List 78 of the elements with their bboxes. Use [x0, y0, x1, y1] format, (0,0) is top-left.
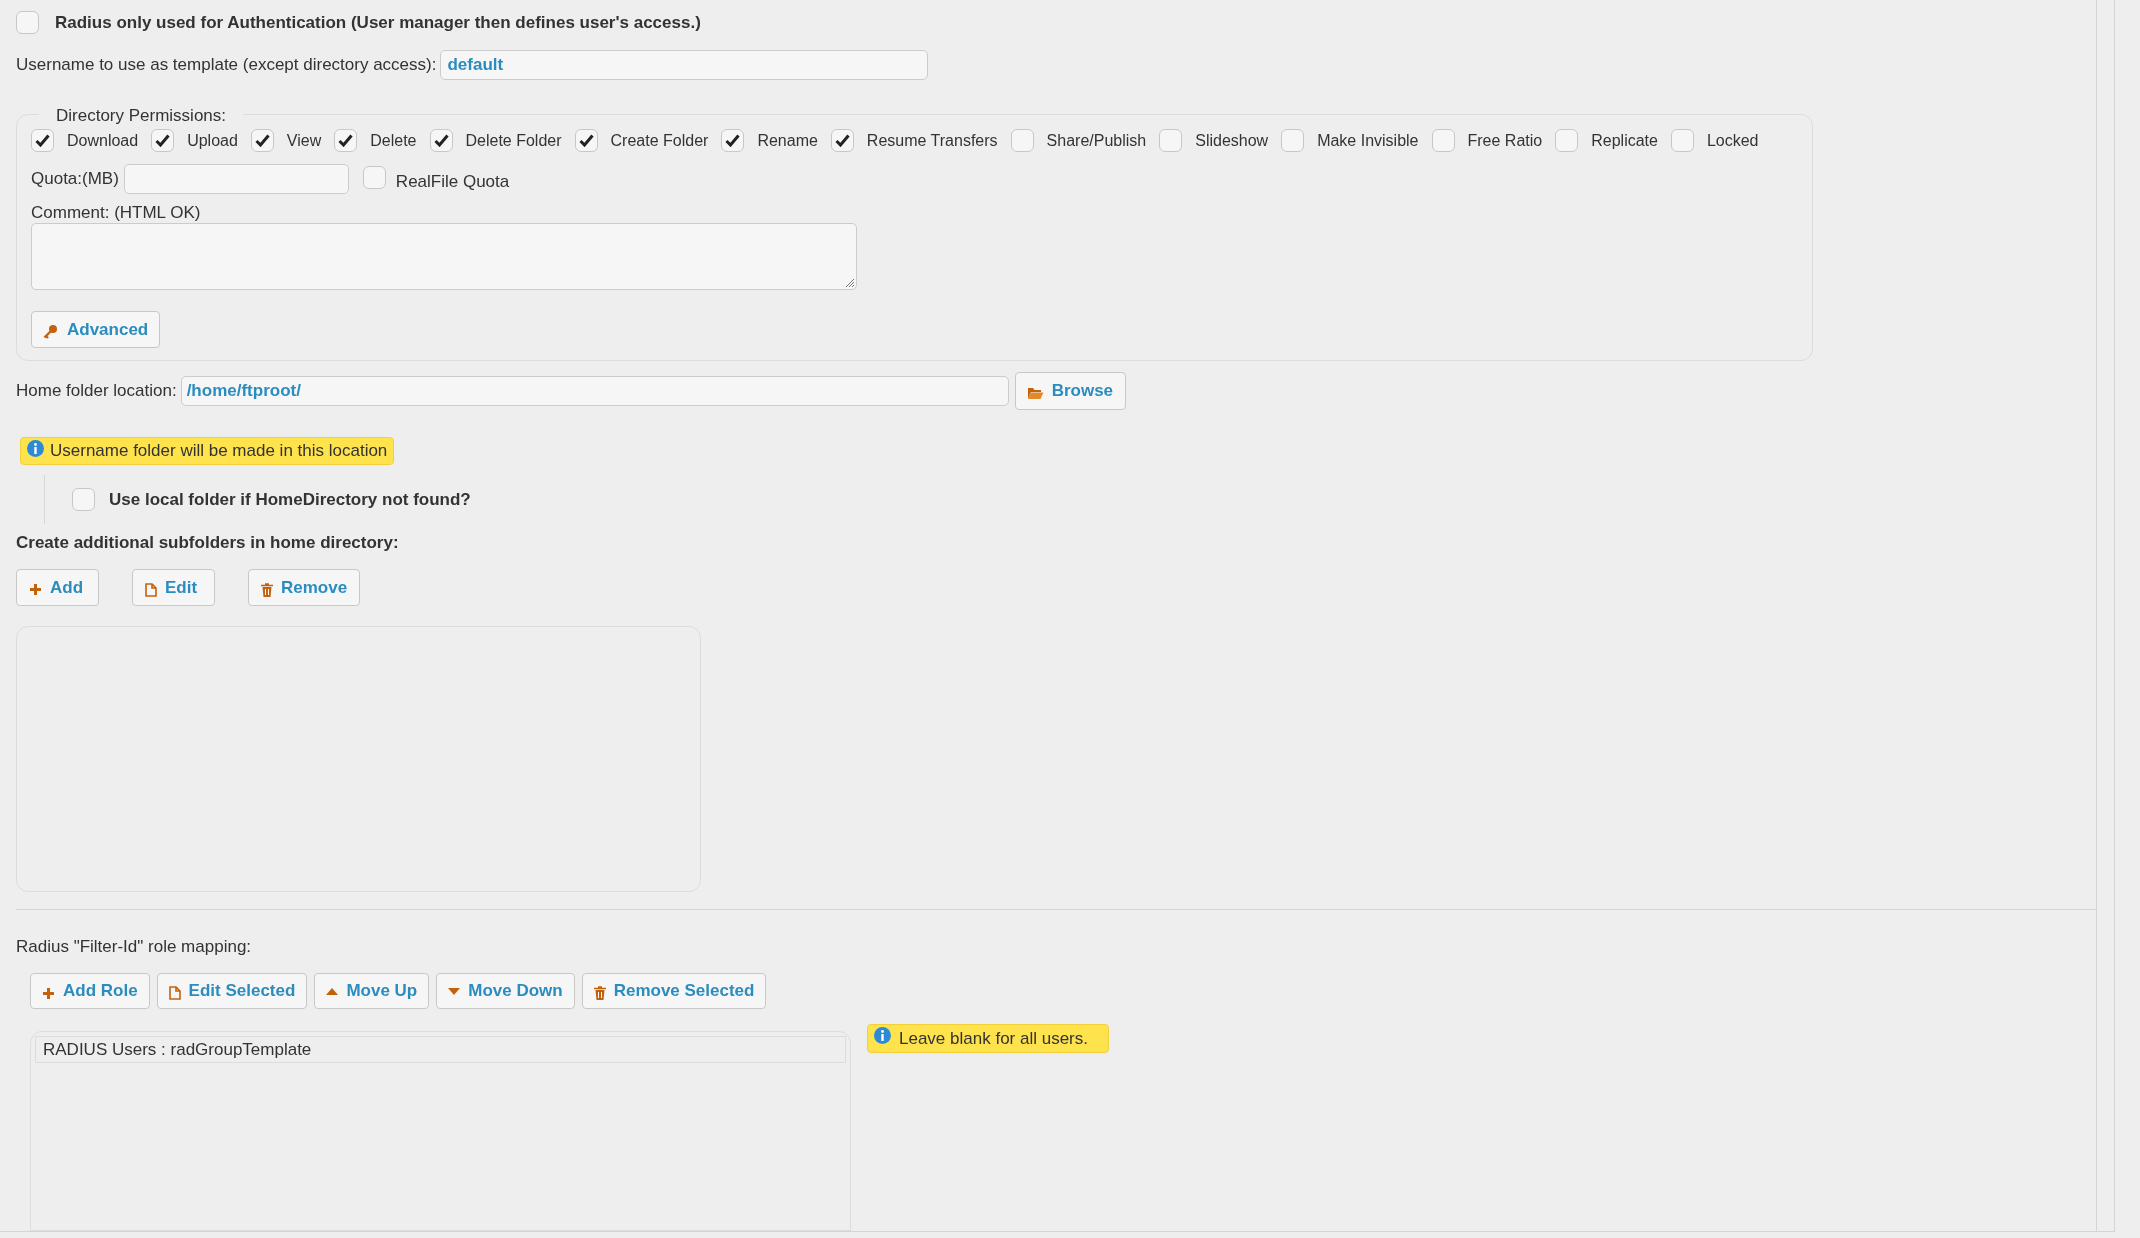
checkbox-label: Create Folder — [610, 130, 709, 151]
trash-icon — [261, 582, 273, 597]
checkbox[interactable] — [31, 129, 54, 152]
checkbox[interactable] — [574, 129, 598, 152]
checkbox[interactable] — [151, 129, 175, 152]
input-field[interactable]: default — [440, 49, 929, 80]
checkmark-icon — [725, 134, 741, 147]
button[interactable]: Move Up — [314, 973, 430, 1009]
up-triangle-icon — [326, 987, 339, 995]
info-icon — [874, 1027, 891, 1044]
button[interactable]: Browse — [1014, 372, 1126, 410]
checkbox[interactable] — [1010, 129, 1034, 152]
checkbox-label: Locked — [1706, 130, 1759, 151]
plus-icon — [29, 583, 42, 597]
checkbox[interactable] — [1159, 129, 1183, 152]
button[interactable]: Add — [16, 569, 99, 607]
checkbox-label: View — [286, 130, 322, 151]
key-icon — [43, 324, 58, 339]
checkbox-label: Upload — [187, 130, 238, 151]
field-label: Home folder location: — [16, 380, 177, 403]
field-label: Comment: (HTML OK) — [31, 203, 202, 223]
field-label: Quota:(MB) — [31, 168, 119, 190]
checkbox-label: Replicate — [1591, 130, 1658, 151]
document-icon — [145, 582, 157, 597]
checkmark-icon — [578, 134, 594, 147]
checkbox-label: Radius only used for Authentication (User manager then defines user's access.) — [55, 12, 701, 34]
checkmark-icon — [834, 134, 850, 147]
checkbox[interactable] — [334, 129, 358, 152]
list-item[interactable]: RADIUS Users : radGroupTemplate — [35, 1036, 846, 1063]
button[interactable]: Edit — [132, 569, 215, 607]
checkbox-label: Rename — [757, 130, 818, 151]
checkbox[interactable] — [72, 487, 95, 511]
checkbox[interactable] — [830, 129, 854, 152]
checkbox-label: Share/Publish — [1046, 130, 1147, 151]
checkbox[interactable] — [429, 129, 453, 152]
checkbox[interactable] — [1281, 129, 1305, 152]
checkbox-label: Download — [67, 130, 139, 151]
field-label: Username to use as template (except directory access): — [16, 53, 437, 76]
comment-textarea[interactable] — [31, 223, 857, 290]
button[interactable]: Remove — [248, 569, 361, 607]
info-icon — [27, 440, 44, 457]
section-heading: Create additional subfolders in home directory: — [16, 531, 400, 554]
checkbox-label: Make Invisible — [1317, 130, 1419, 151]
note-text: Username folder will be made in this location — [50, 440, 388, 463]
folder-icon — [1026, 386, 1044, 400]
checkbox-label: Use local folder if HomeDirectory not found? — [109, 488, 471, 511]
checkmark-icon — [338, 134, 354, 147]
resize-handle-icon — [845, 278, 854, 287]
checkmark-icon — [155, 134, 171, 147]
checkbox-label: Delete — [370, 130, 417, 151]
button[interactable]: Add Role — [30, 973, 150, 1009]
trash-icon — [593, 986, 606, 1000]
checkbox-label: Free Ratio — [1467, 130, 1543, 151]
button[interactable]: Edit Selected — [156, 973, 308, 1009]
checkmark-icon — [35, 134, 50, 147]
button[interactable]: Advanced — [31, 311, 161, 348]
checkbox[interactable] — [250, 129, 274, 152]
note-text: Leave blank for all users. — [899, 1027, 1088, 1050]
checkbox-label: Resume Transfers — [866, 130, 998, 151]
checkbox[interactable] — [1670, 129, 1694, 152]
checkbox[interactable] — [16, 11, 39, 35]
plus-icon — [42, 986, 55, 1000]
checkbox-label: RealFile Quota — [395, 171, 510, 193]
checkbox[interactable] — [721, 129, 745, 152]
input-field[interactable]: /home/ftproot/ — [180, 376, 1009, 406]
checkbox[interactable] — [1555, 129, 1579, 152]
section-heading: Radius "Filter-Id" role mapping: — [16, 935, 253, 958]
checkmark-icon — [433, 134, 449, 147]
checkbox[interactable] — [1431, 129, 1455, 152]
document-icon — [168, 986, 181, 1000]
checkbox-label: Delete Folder — [465, 130, 562, 151]
down-triangle-icon — [448, 987, 461, 995]
button[interactable]: Remove Selected — [581, 973, 767, 1009]
input-field[interactable] — [123, 163, 349, 194]
checkmark-icon — [254, 134, 270, 147]
button[interactable]: Move Down — [436, 973, 575, 1009]
checkbox[interactable] — [362, 165, 386, 189]
checkbox-label: Slideshow — [1195, 130, 1269, 151]
